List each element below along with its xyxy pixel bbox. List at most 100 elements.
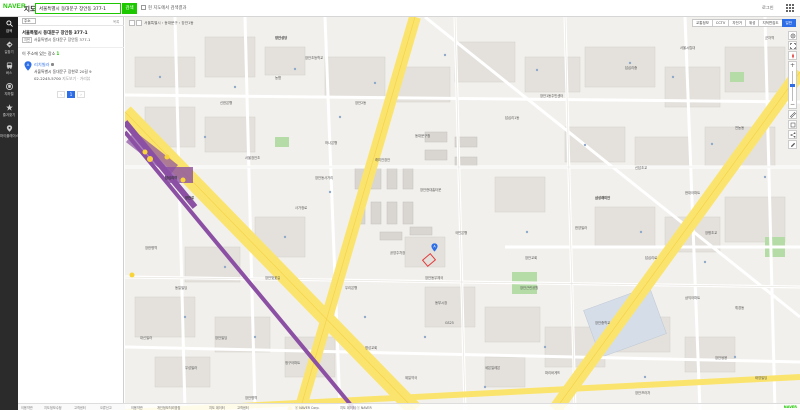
footer-terms[interactable]: 이용약관 (131, 405, 143, 410)
draw-button[interactable] (788, 140, 797, 149)
map-label[interactable]: 청구아파트 (285, 361, 300, 365)
map-type-cctv[interactable]: CCTV (711, 19, 730, 27)
address-title[interactable]: 서울특별시 동대문구 장안동 377-1 (22, 30, 88, 36)
map-label[interactable]: 래미안장안 (375, 158, 390, 162)
panel-footer-terms[interactable]: 이용약관 (21, 405, 33, 410)
layers-icon[interactable] (129, 20, 135, 26)
footer-help[interactable]: 고객센터 (237, 405, 249, 410)
result-meta-links[interactable]: 지도보기 · 거리뷰 (62, 76, 90, 81)
map-label[interactable]: 명성교회 (365, 346, 377, 350)
map-label[interactable]: 동부시장 (435, 301, 447, 305)
map-label[interactable]: 장안벚꽃길 (265, 276, 280, 280)
app-grid-icon[interactable] (786, 4, 794, 12)
map-label[interactable]: 장안프라자 (635, 391, 650, 395)
search-button[interactable]: 검색 (122, 3, 137, 14)
footer-data[interactable]: 지도 데이터 (209, 405, 225, 410)
map-label[interactable]: 장안동우체국 (425, 276, 443, 280)
nav-subway[interactable]: 지하철 (0, 80, 18, 101)
prev-page-button[interactable]: ‹ (57, 91, 65, 98)
share-button[interactable] (788, 130, 797, 139)
map-label[interactable]: 장안초등학교 (305, 56, 323, 60)
crumb-gu[interactable]: 동대문구 (164, 21, 177, 25)
fullscreen-button[interactable] (788, 41, 797, 50)
result-type-select[interactable]: 주소 (22, 18, 36, 24)
map-label[interactable]: 장안쌍용 (715, 356, 727, 360)
map-label[interactable]: 대신빌라 (140, 336, 152, 340)
map-label[interactable]: 한양빌라 (575, 226, 587, 230)
area-tool-button[interactable] (788, 120, 797, 129)
map-label[interactable]: 장안교회 (525, 256, 537, 260)
map-label[interactable]: 장안중학교 (595, 321, 610, 325)
compass-button[interactable] (788, 51, 797, 60)
panel-footer-help[interactable]: 고객센터 (74, 405, 86, 410)
page-1-button[interactable]: 1 (67, 91, 75, 98)
map-label[interactable]: 서울장안초 (245, 156, 260, 160)
print-icon[interactable] (136, 20, 142, 26)
next-page-button[interactable]: › (77, 91, 85, 98)
search-in-map-option[interactable]: 현 지도에서 검색결과 (141, 5, 186, 11)
naver-logo[interactable]: NAVER (3, 3, 26, 10)
info-icon[interactable] (51, 63, 55, 66)
map-label[interactable]: 답십리역 (165, 176, 177, 180)
map-type-bicycle[interactable]: 자전거 (728, 19, 746, 27)
map-type-traffic[interactable]: 교통정보 (692, 19, 713, 27)
zoom-slider-thumb[interactable] (790, 84, 795, 87)
map-label[interactable]: 삼성래미안 (595, 196, 610, 200)
map-label[interactable]: 신한은행 (220, 101, 232, 105)
current-location-button[interactable] (788, 31, 797, 40)
map-type-satellite[interactable]: 위성 (744, 19, 760, 27)
search-input[interactable]: 서울특별시 동대문구 장안동 377-1 (35, 3, 121, 14)
result-name-link[interactable]: 리치빌라 (34, 62, 55, 68)
map-label[interactable]: 장안빌딩 (215, 336, 227, 340)
map-label[interactable]: 장한로 (185, 196, 194, 200)
list-toggle-button[interactable]: 목록 (113, 19, 119, 24)
map-label[interactable]: 농협 (275, 76, 281, 80)
crumb-dong[interactable]: 장안1동 (181, 21, 193, 25)
map-label[interactable]: 우리은행 (345, 286, 357, 290)
zoom-out-button[interactable]: − (789, 101, 796, 108)
nav-mypage[interactable]: 마이플레이스 (0, 122, 19, 143)
login-link[interactable]: 로그인 (762, 5, 774, 11)
map-label[interactable]: 제일약국 (405, 376, 417, 380)
map-type-cadastral[interactable]: 지적편집도 (758, 19, 783, 27)
selected-location-marker-icon[interactable]: A (431, 243, 438, 252)
nav-favorites[interactable]: 즐겨찾기 (0, 101, 18, 122)
map-label[interactable]: 태영빌딩 (755, 376, 767, 380)
map-label[interactable]: 세븐일레븐 (485, 366, 500, 370)
map-label[interactable]: 장안근린공원 (520, 286, 538, 290)
map-type-normal[interactable]: 일반 (781, 19, 796, 27)
map-label[interactable]: 파리바게뜨 (545, 371, 560, 375)
map-label[interactable]: 현대아파트 (685, 191, 700, 195)
map-label[interactable]: 전농동 (735, 126, 744, 130)
nav-directions[interactable]: 길찾기 (0, 38, 18, 59)
map-label[interactable]: 장안1동주민센터 (540, 94, 563, 98)
map-label[interactable]: 군자역 (765, 36, 774, 40)
zoom-in-button[interactable]: + (789, 62, 796, 69)
panel-footer-edit[interactable]: 지도정보수정 (44, 405, 62, 410)
map-label[interactable]: 우성빌라 (185, 366, 197, 370)
map-label[interactable]: 장안현대홈타운 (420, 188, 441, 192)
map-label[interactable]: 신답초교 (635, 166, 647, 170)
map-label[interactable]: 삼익아파트 (685, 296, 700, 300)
map-label[interactable]: 국민은행 (455, 231, 467, 235)
map-label[interactable]: 장평초교 (705, 231, 717, 235)
map-label[interactable]: 서울시립대 (680, 46, 695, 50)
map-label[interactable]: 답십리로 (645, 256, 657, 260)
map-label[interactable]: 하나은행 (325, 141, 337, 145)
map-label[interactable]: 장안성당 (275, 36, 287, 40)
nav-search[interactable]: 검색 (0, 17, 18, 38)
map-label[interactable]: 답십리중 (625, 66, 637, 70)
map-label[interactable]: 답십리1동 (505, 116, 519, 120)
nav-bus[interactable]: 버스 (0, 59, 18, 80)
map-label[interactable]: 사가정로 (295, 206, 307, 210)
map-label[interactable]: 동대문구청 (415, 134, 430, 138)
map-label[interactable]: 장안2동 (355, 101, 366, 105)
map-label[interactable]: 장안동사거리 (315, 176, 333, 180)
footer-privacy[interactable]: 개인정보처리방침 (157, 405, 180, 410)
panel-footer-report[interactable]: 오류신고 (100, 405, 112, 410)
map-label[interactable]: 공영주차장 (390, 251, 405, 255)
map-label[interactable]: 동일빌딩 (175, 286, 187, 290)
map-label[interactable]: 장한평역 (145, 246, 157, 250)
checkbox-icon[interactable] (141, 5, 146, 10)
map-canvas[interactable]: A 장안성당장안초등학교장안2동장안동사거리 장안1동주민센터동대문구청래미안장안… (125, 17, 800, 410)
